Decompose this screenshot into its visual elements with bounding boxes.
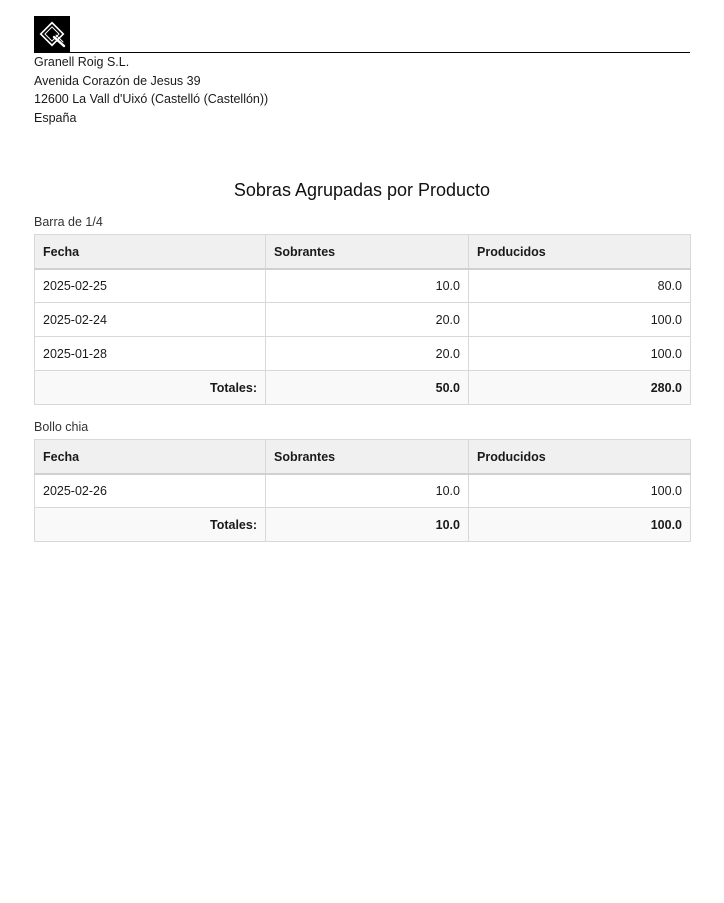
product-name: Barra de 1/4: [34, 215, 103, 230]
column-header-leftover: Sobrantes: [265, 439, 469, 475]
table-header-row: Fecha Sobrantes Producidos: [34, 234, 691, 270]
product-group: Barra de 1/4 Fecha Sobrantes Producidos …: [34, 214, 691, 406]
table-row: 2025-02-25 10.0 80.0: [34, 268, 691, 304]
totals-label: Totales:: [34, 370, 266, 406]
cell-leftover: 20.0: [265, 302, 469, 338]
table-header-row: Fecha Sobrantes Producidos: [34, 439, 691, 475]
cell-produced: 80.0: [468, 268, 691, 304]
leftovers-table: Fecha Sobrantes Producidos 2025-02-26 10…: [34, 439, 691, 543]
report-page: Granell Roig S.L. Avenida Corazón de Jes…: [34, 16, 691, 543]
totals-row: Totales: 50.0 280.0: [34, 370, 691, 406]
company-city: 12600 La Vall d'Uixó (Castelló (Castelló…: [34, 92, 269, 107]
bakery-logo-icon: [34, 16, 70, 52]
company-logo: [34, 16, 70, 52]
product-name: Bollo chia: [34, 420, 89, 435]
company-country: España: [34, 110, 77, 125]
company-name: Granell Roig S.L.: [34, 55, 130, 69]
column-header-produced: Producidos: [468, 439, 691, 475]
page-header: [34, 16, 690, 53]
table-row: 2025-02-24 20.0 100.0: [34, 302, 691, 338]
column-header-date: Fecha: [34, 439, 266, 475]
table-row: 2025-01-28 20.0 100.0: [34, 336, 691, 372]
totals-produced: 100.0: [468, 507, 691, 543]
cell-leftover: 10.0: [265, 268, 469, 304]
column-header-date: Fecha: [34, 234, 266, 270]
leftovers-table: Fecha Sobrantes Producidos 2025-02-25 10…: [34, 234, 691, 406]
company-street: Avenida Corazón de Jesus 39: [34, 73, 201, 88]
cell-leftover: 10.0: [265, 473, 469, 509]
cell-date: 2025-02-25: [34, 268, 266, 304]
totals-produced: 280.0: [468, 370, 691, 406]
cell-date: 2025-02-24: [34, 302, 266, 338]
totals-label: Totales:: [34, 507, 266, 543]
product-group: Bollo chia Fecha Sobrantes Producidos 20…: [34, 419, 691, 543]
column-header-produced: Producidos: [468, 234, 691, 270]
cell-produced: 100.0: [468, 336, 691, 372]
table-row: 2025-02-26 10.0 100.0: [34, 473, 691, 509]
cell-date: 2025-01-28: [34, 336, 266, 372]
totals-row: Totales: 10.0 100.0: [34, 507, 691, 543]
cell-leftover: 20.0: [265, 336, 469, 372]
cell-produced: 100.0: [468, 473, 691, 509]
cell-produced: 100.0: [468, 302, 691, 338]
cell-date: 2025-02-26: [34, 473, 266, 509]
company-address: Granell Roig S.L. Avenida Corazón de Jes…: [34, 53, 690, 127]
report-title: Sobras Agrupadas por Producto: [233, 180, 491, 201]
totals-leftover: 50.0: [265, 370, 469, 406]
column-header-leftover: Sobrantes: [265, 234, 469, 270]
totals-leftover: 10.0: [265, 507, 469, 543]
